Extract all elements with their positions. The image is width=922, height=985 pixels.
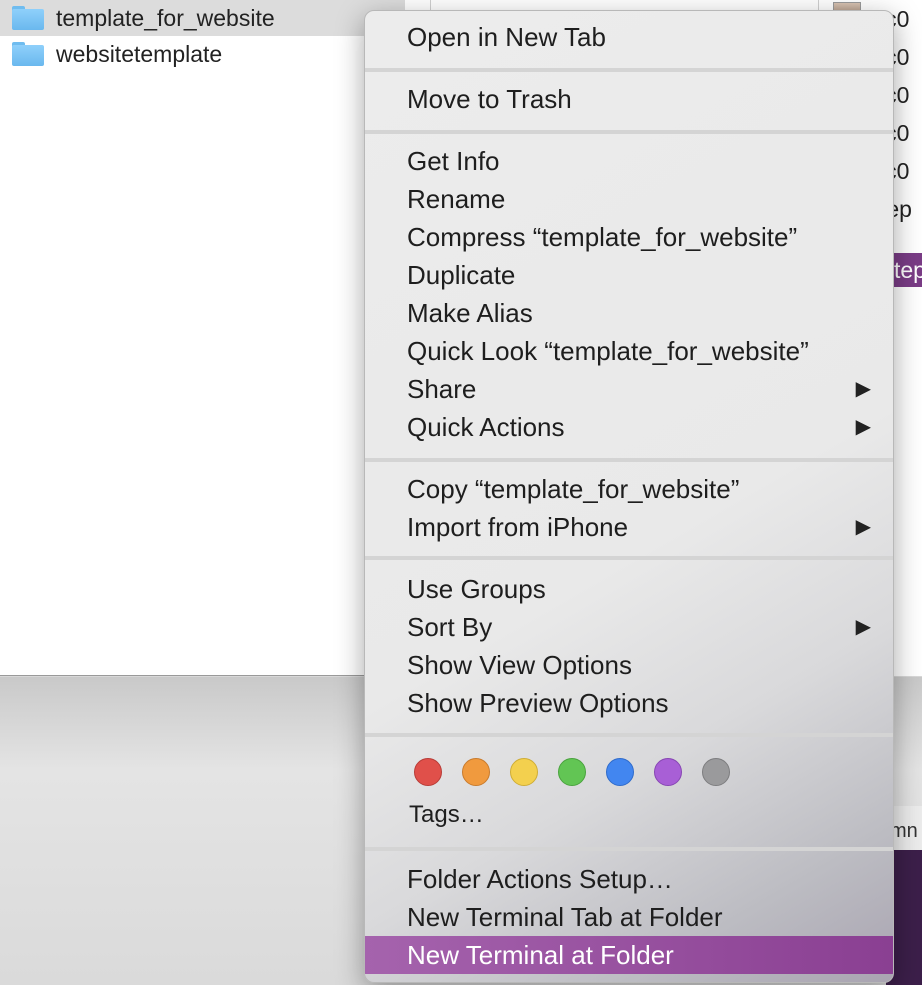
menu-item-tags[interactable]: Tags… (409, 801, 484, 829)
menu-separator (365, 556, 893, 560)
menu-item-folder-actions-setup[interactable]: Folder Actions Setup… (365, 860, 893, 898)
menu-item-open-in-new-tab[interactable]: Open in New Tab (365, 18, 893, 56)
tag-orange-dot[interactable] (462, 758, 490, 786)
folder-icon (12, 42, 44, 66)
tag-red-dot[interactable] (414, 758, 442, 786)
tag-blue-dot[interactable] (606, 758, 634, 786)
submenu-arrow-icon: ▶ (855, 378, 871, 400)
menu-item-share[interactable]: Share ▶ (365, 370, 893, 408)
menu-item-rename[interactable]: Rename (365, 180, 893, 218)
menu-item-new-terminal-at-folder[interactable]: New Terminal at Folder (365, 936, 893, 974)
menu-separator (365, 130, 893, 134)
menu-item-sort-by[interactable]: Sort By ▶ (365, 608, 893, 646)
menu-item-show-view-options[interactable]: Show View Options (365, 646, 893, 684)
menu-item-compress[interactable]: Compress “template_for_website” (365, 218, 893, 256)
file-row-websitetemplate[interactable]: websitetemplate (0, 36, 405, 72)
menu-item-copy[interactable]: Copy “template_for_website” (365, 470, 893, 508)
tag-green-dot[interactable] (558, 758, 586, 786)
folder-icon (12, 6, 44, 30)
menu-separator (365, 733, 893, 737)
tag-purple-dot[interactable] (654, 758, 682, 786)
file-row-template-for-website[interactable]: template_for_website (0, 0, 405, 36)
menu-item-import-from-iphone[interactable]: Import from iPhone ▶ (365, 508, 893, 546)
menu-item-make-alias[interactable]: Make Alias (365, 294, 893, 332)
tag-colors-row (365, 755, 893, 789)
menu-item-new-terminal-tab-at-folder[interactable]: New Terminal Tab at Folder (365, 898, 893, 936)
menu-item-quick-actions[interactable]: Quick Actions ▶ (365, 408, 893, 446)
submenu-arrow-icon: ▶ (855, 616, 871, 638)
menu-separator (365, 847, 893, 851)
tag-yellow-dot[interactable] (510, 758, 538, 786)
screen: template_for_website websitetemplate ic0… (0, 0, 922, 985)
file-name: websitetemplate (56, 40, 223, 67)
submenu-arrow-icon: ▶ (855, 416, 871, 438)
tag-gray-dot[interactable] (702, 758, 730, 786)
menu-item-use-groups[interactable]: Use Groups (365, 570, 893, 608)
menu-separator (365, 458, 893, 462)
submenu-arrow-icon: ▶ (855, 516, 871, 538)
menu-separator (365, 68, 893, 72)
file-name: template_for_website (56, 4, 275, 31)
context-menu: Open in New Tab Move to Trash Get Info R… (364, 10, 894, 983)
menu-item-duplicate[interactable]: Duplicate (365, 256, 893, 294)
menu-item-move-to-trash[interactable]: Move to Trash (365, 80, 893, 118)
menu-item-quick-look[interactable]: Quick Look “template_for_website” (365, 332, 893, 370)
menu-item-show-preview-options[interactable]: Show Preview Options (365, 684, 893, 722)
menu-item-get-info[interactable]: Get Info (365, 142, 893, 180)
